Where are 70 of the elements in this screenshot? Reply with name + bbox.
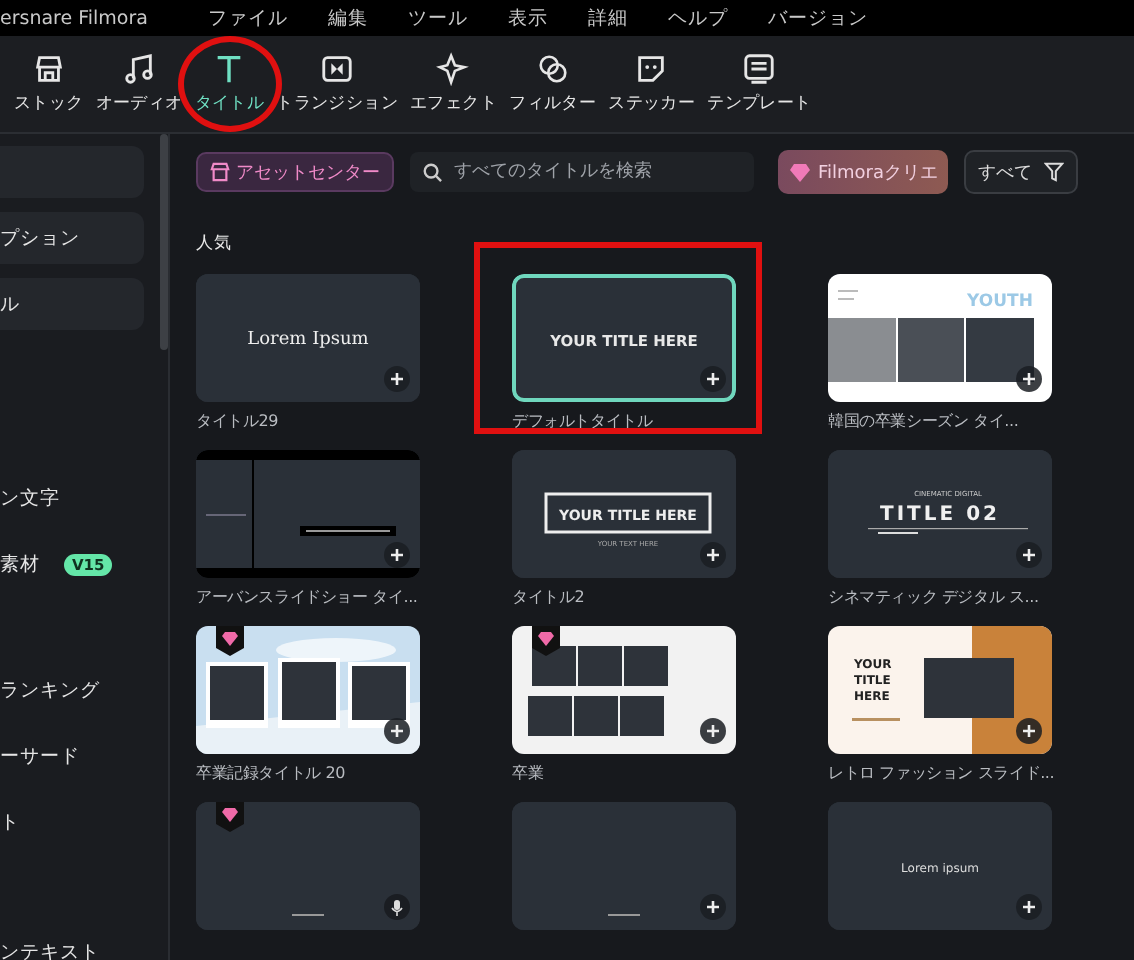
asset-center-button[interactable]: アセットセンター bbox=[196, 152, 394, 192]
add-icon[interactable] bbox=[700, 718, 726, 744]
filter-button[interactable]: すべて bbox=[964, 150, 1079, 194]
section-title: 人気 bbox=[196, 232, 234, 256]
menu-item[interactable]: 表示 bbox=[508, 5, 548, 31]
toolbar-tab[interactable]: ストック bbox=[8, 52, 90, 116]
sidebar-item[interactable]: ーサード bbox=[0, 730, 144, 782]
template-thumbnail[interactable] bbox=[196, 626, 420, 754]
template-thumbnail[interactable] bbox=[196, 450, 420, 578]
app-title: ersnare Filmora bbox=[0, 7, 150, 29]
template-thumbnail[interactable] bbox=[512, 802, 736, 930]
preview-text: TITLE 02 bbox=[880, 504, 1000, 526]
store-icon bbox=[210, 162, 230, 182]
menu-item[interactable]: ツール bbox=[408, 5, 468, 31]
template-icon bbox=[742, 52, 777, 86]
add-icon[interactable] bbox=[700, 366, 726, 392]
preview-text: Lorem Ipsum bbox=[247, 330, 369, 350]
creator-button[interactable]: Filmoraクリエ bbox=[778, 150, 949, 194]
toolbar-tab[interactable]: ステッカー bbox=[602, 52, 702, 116]
sidebar-item[interactable]: ランキング bbox=[0, 664, 144, 716]
sticker-icon bbox=[634, 52, 669, 86]
sidebar-item[interactable]: プション bbox=[0, 212, 144, 264]
template-thumbnail[interactable]: Lorem Ipsum bbox=[196, 274, 420, 402]
add-icon[interactable] bbox=[1016, 542, 1042, 568]
toolbar-tab[interactable]: テンプレート bbox=[701, 52, 818, 116]
add-icon[interactable] bbox=[384, 542, 410, 568]
toolbar-tab[interactable]: オーディオ bbox=[89, 52, 189, 116]
template-title: シネマティック デジタル ス... bbox=[828, 586, 1041, 610]
sidebar-item[interactable]: ル bbox=[0, 278, 144, 330]
toolbar-tab[interactable]: エフェクト bbox=[404, 52, 504, 116]
store-icon bbox=[31, 52, 66, 86]
toolbar-tab[interactable]: タイトル bbox=[188, 52, 271, 116]
menu-item[interactable]: 編集 bbox=[328, 5, 368, 31]
search-field[interactable]: すべてのタイトルを検索 bbox=[410, 152, 754, 192]
preview-text: YOUTH bbox=[967, 292, 1033, 312]
add-icon[interactable] bbox=[384, 366, 410, 392]
template-title: 卒業記録タイトル 20 bbox=[196, 762, 348, 786]
filter-icon bbox=[535, 52, 570, 86]
microphone-icon[interactable] bbox=[384, 894, 410, 920]
music-note-icon bbox=[122, 52, 157, 86]
menu-item[interactable]: ヘルプ bbox=[668, 5, 728, 31]
add-icon[interactable] bbox=[700, 542, 726, 568]
template-title: アーバンスライドショー タイ... bbox=[196, 586, 420, 610]
sidebar-item[interactable]: ト bbox=[0, 796, 144, 848]
toolbar-tab[interactable]: フィルター bbox=[503, 52, 603, 116]
add-icon[interactable] bbox=[384, 718, 410, 744]
sidebar-item[interactable]: ン文字 bbox=[0, 472, 144, 524]
add-icon[interactable] bbox=[700, 894, 726, 920]
toolbar-tab[interactable]: トランジション bbox=[270, 52, 405, 116]
filter-icon bbox=[1044, 162, 1065, 182]
template-thumbnail[interactable] bbox=[512, 626, 736, 754]
add-icon[interactable] bbox=[1016, 718, 1042, 744]
template-title: デフォルトタイトル bbox=[512, 410, 655, 434]
gem-icon bbox=[788, 161, 812, 183]
scrollbar-thumb[interactable] bbox=[160, 134, 168, 350]
template-title: タイトル2 bbox=[512, 586, 587, 610]
template-title: レトロ ファッション スライド... bbox=[828, 762, 1052, 786]
transition-icon bbox=[320, 52, 355, 86]
menu-item[interactable]: ファイル bbox=[208, 5, 288, 31]
add-icon[interactable] bbox=[1016, 366, 1042, 392]
sidebar-item[interactable]: ンテキスト bbox=[0, 926, 144, 960]
template-thumbnail[interactable] bbox=[196, 802, 420, 930]
sparkle-icon bbox=[436, 52, 471, 86]
menu-item[interactable]: バージョン bbox=[768, 5, 868, 31]
template-title: 卒業 bbox=[512, 762, 546, 786]
menu-item[interactable]: 詳細 bbox=[588, 5, 628, 31]
sidebar-item[interactable]: 素材 bbox=[0, 551, 40, 577]
add-icon[interactable] bbox=[1016, 894, 1042, 920]
template-title: タイトル29 bbox=[196, 410, 280, 434]
template-title: 韓国の卒業シーズン タイ... bbox=[828, 410, 1021, 434]
